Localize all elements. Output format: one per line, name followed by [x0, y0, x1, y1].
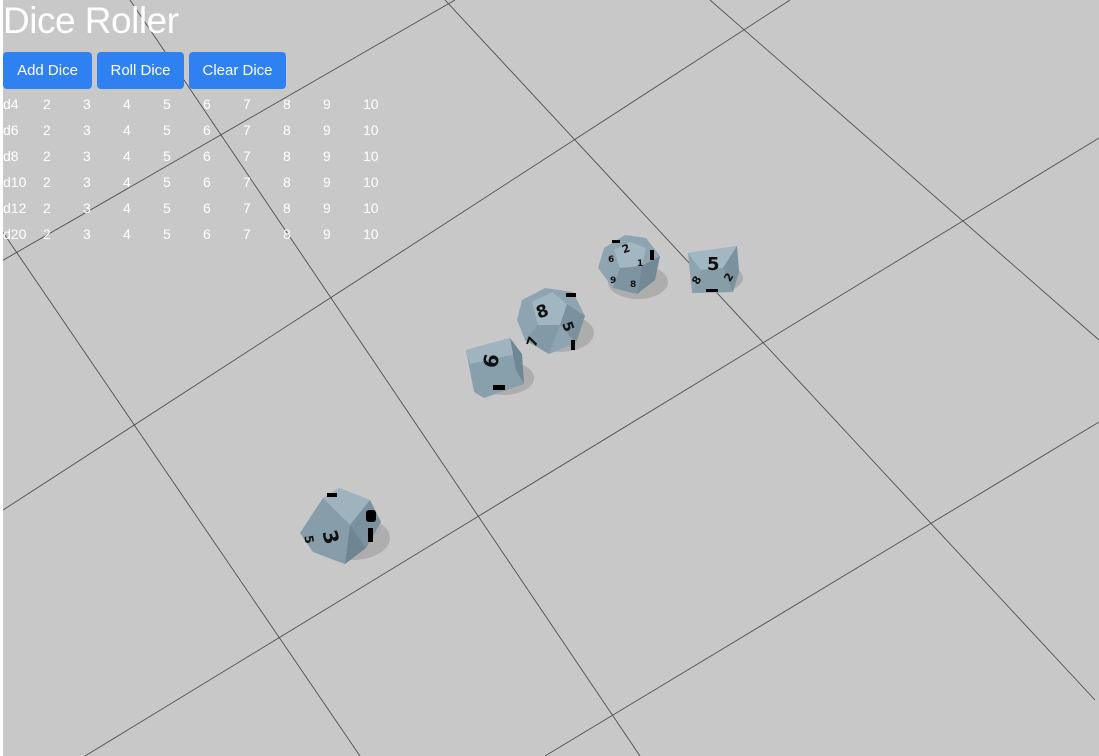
dice-count-option[interactable]: 2 — [43, 223, 51, 245]
page-title: Dice Roller — [3, 0, 179, 41]
dice-type-label[interactable]: d20 — [3, 223, 26, 245]
dice-type-label[interactable]: d4 — [3, 93, 19, 115]
dice-count-option[interactable]: 8 — [283, 145, 291, 167]
dice-count-option[interactable]: 2 — [43, 171, 51, 193]
dice-count-option[interactable]: 2 — [43, 93, 51, 115]
dice-count-option[interactable]: 6 — [203, 93, 211, 115]
dice-count-option[interactable]: 5 — [163, 197, 171, 219]
dice-count-option[interactable]: 7 — [243, 93, 251, 115]
dice-count-option[interactable]: 6 — [203, 223, 211, 245]
dice-count-option[interactable]: 4 — [123, 119, 131, 141]
dice-count-option[interactable]: 4 — [123, 223, 131, 245]
dice-row-d4: d4 2 3 4 5 6 7 8 9 10 — [3, 93, 403, 115]
dice-count-option[interactable]: 6 — [203, 119, 211, 141]
dice-count-option[interactable]: 6 — [203, 171, 211, 193]
dice-count-option[interactable]: 8 — [283, 223, 291, 245]
dice-count-option[interactable]: 4 — [123, 197, 131, 219]
dice-count-option[interactable]: 3 — [83, 197, 91, 219]
dice-row-d6: d6 2 3 4 5 6 7 8 9 10 — [3, 119, 403, 141]
dice-count-option[interactable]: 3 — [83, 171, 91, 193]
dice-count-option[interactable]: 4 — [123, 93, 131, 115]
dice-row-d20: d20 2 3 4 5 6 7 8 9 10 — [3, 223, 403, 245]
dice-d8[interactable]: 5 8 2 — [688, 246, 739, 293]
dice-type-label[interactable]: d8 — [3, 145, 19, 167]
dice-count-option[interactable]: 10 — [363, 119, 379, 141]
dice-count-option[interactable]: 7 — [243, 145, 251, 167]
add-dice-button[interactable]: Add Dice — [3, 52, 92, 89]
dice-count-option[interactable]: 9 — [323, 145, 331, 167]
dice-count-option[interactable]: 3 — [83, 223, 91, 245]
dice-count-option[interactable]: 5 — [163, 223, 171, 245]
roll-dice-button[interactable]: Roll Dice — [97, 52, 184, 89]
dice-count-option[interactable]: 8 — [283, 197, 291, 219]
dice-count-option[interactable]: 5 — [163, 145, 171, 167]
dice-count-option[interactable]: 10 — [363, 93, 379, 115]
dice-count-option[interactable]: 8 — [283, 171, 291, 193]
dice-count-option[interactable]: 5 — [163, 119, 171, 141]
dice-count-option[interactable]: 4 — [123, 145, 131, 167]
dice-count-option[interactable]: 7 — [243, 223, 251, 245]
dice-count-option[interactable]: 8 — [283, 93, 291, 115]
dice-count-option[interactable]: 2 — [43, 145, 51, 167]
dice-count-option[interactable]: 9 — [323, 197, 331, 219]
dice-count-option[interactable]: 9 — [323, 223, 331, 245]
dice-count-option[interactable]: 3 — [83, 119, 91, 141]
dice-count-option[interactable]: 2 — [43, 119, 51, 141]
dice-count-option[interactable]: 5 — [163, 93, 171, 115]
dice-row-d8: d8 2 3 4 5 6 7 8 9 10 — [3, 145, 403, 167]
dice-count-option[interactable]: 5 — [163, 171, 171, 193]
dice-count-option[interactable]: 9 — [323, 93, 331, 115]
dice-d12[interactable]: 8 5 7 — [517, 288, 585, 354]
dice-count-option[interactable]: 2 — [43, 197, 51, 219]
dice-count-option[interactable]: 3 — [83, 93, 91, 115]
dice-count-option[interactable]: 10 — [363, 223, 379, 245]
dice-count-option[interactable]: 4 — [123, 171, 131, 193]
svg-text:9: 9 — [610, 276, 616, 286]
dice-count-option[interactable]: 3 — [83, 145, 91, 167]
dice-count-option[interactable]: 9 — [323, 171, 331, 193]
svg-text:1: 1 — [637, 259, 643, 269]
dice-d8-face: 5 — [707, 254, 720, 275]
svg-text:8: 8 — [630, 280, 636, 290]
dice-type-label[interactable]: d12 — [3, 197, 26, 219]
dice-count-option[interactable]: 10 — [363, 145, 379, 167]
clear-dice-button[interactable]: Clear Dice — [189, 52, 286, 89]
dice-count-option[interactable]: 9 — [323, 119, 331, 141]
dice-row-d10: d10 2 3 4 5 6 7 8 9 10 — [3, 171, 403, 193]
dice-type-label[interactable]: d10 — [3, 171, 26, 193]
svg-text:6: 6 — [608, 255, 614, 265]
dice-count-option[interactable]: 7 — [243, 119, 251, 141]
dice-count-option[interactable]: 10 — [363, 171, 379, 193]
dice-count-option[interactable]: 10 — [363, 197, 379, 219]
dice-count-option[interactable]: 7 — [243, 197, 251, 219]
dice-type-label[interactable]: d6 — [3, 119, 19, 141]
dice-count-option[interactable]: 7 — [243, 171, 251, 193]
dice-row-d12: d12 2 3 4 5 6 7 8 9 10 — [3, 197, 403, 219]
dice-count-option[interactable]: 8 — [283, 119, 291, 141]
dice-count-option[interactable]: 6 — [203, 197, 211, 219]
dice-count-option[interactable]: 6 — [203, 145, 211, 167]
